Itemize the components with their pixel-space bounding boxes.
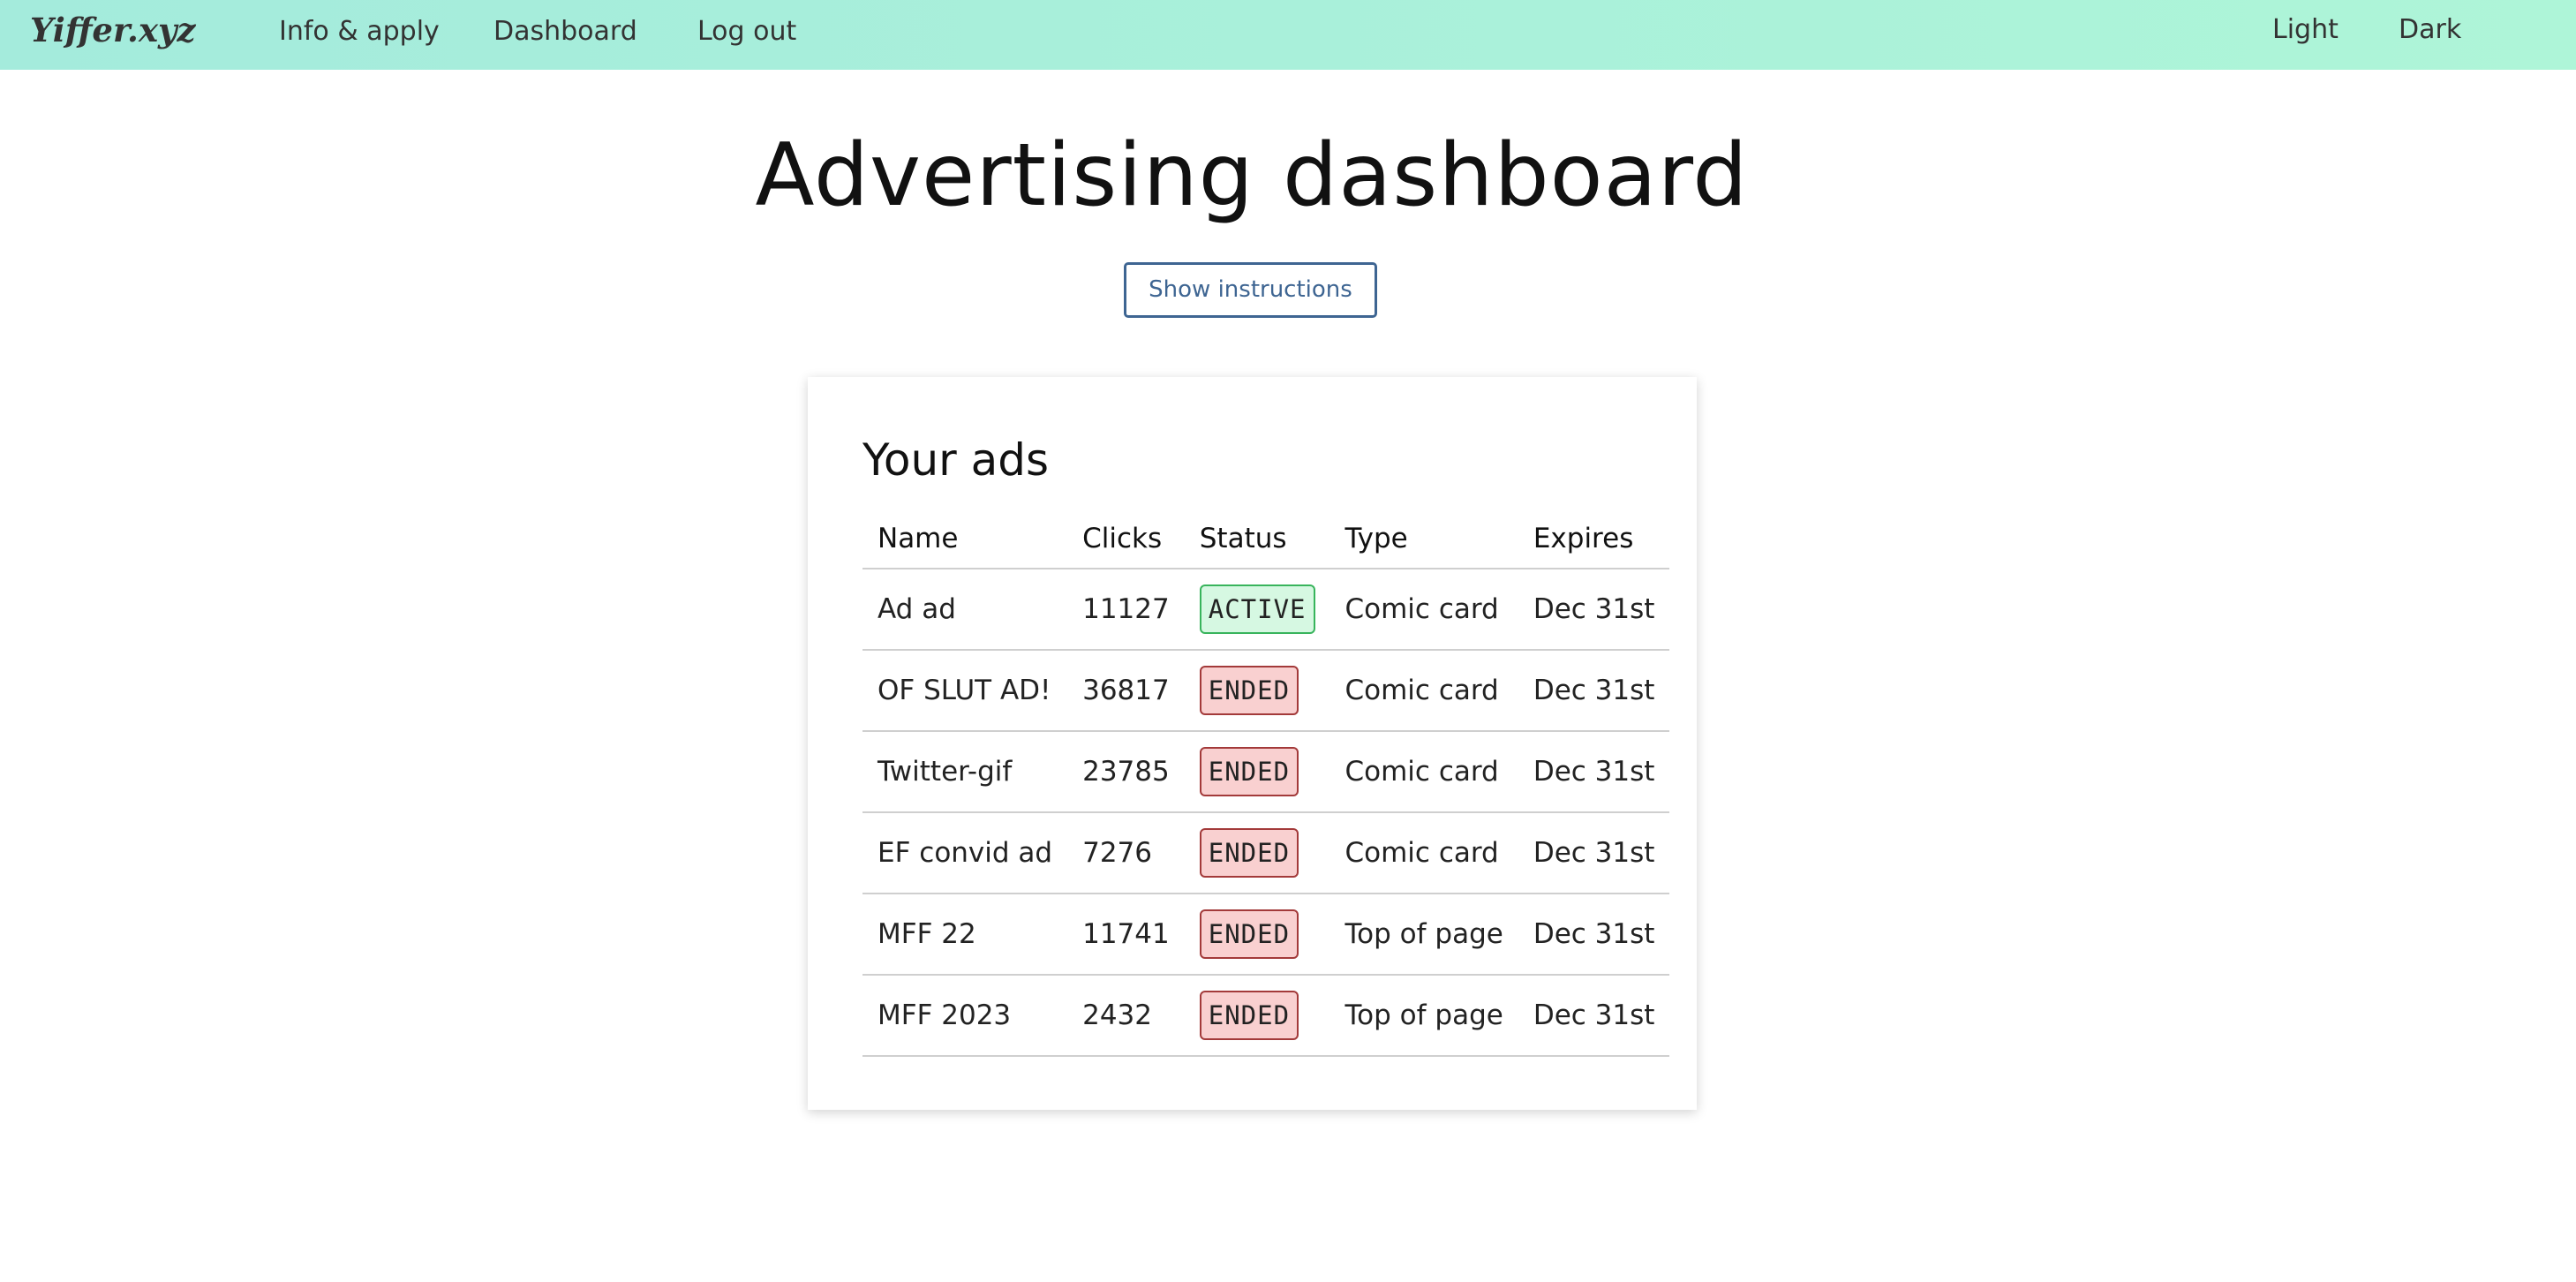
table-row[interactable]: MFF 22 11741 ENDED Top of page Dec 31st: [862, 894, 1670, 976]
table-row[interactable]: MFF 2023 2432 ENDED Top of page Dec 31st: [862, 975, 1670, 1057]
ad-expires-cell: Dec 31st: [1518, 650, 1670, 732]
ad-expires-cell: Dec 31st: [1518, 731, 1670, 813]
ad-name-cell: OF SLUT AD!: [862, 650, 1068, 732]
nav-link-info-apply[interactable]: Info & apply: [279, 16, 440, 47]
status-badge: ENDED: [1199, 991, 1299, 1040]
table-row[interactable]: Ad ad 11127 ACTIVE Comic card Dec 31st: [862, 569, 1670, 651]
table-header-row: Name Clicks Status Type Expires: [862, 509, 1670, 569]
ad-name-cell: Twitter-gif: [862, 731, 1068, 813]
ad-status-cell: ENDED: [1184, 812, 1330, 894]
ad-name-cell: Ad ad: [862, 569, 1068, 651]
ad-status-cell: ENDED: [1184, 731, 1330, 813]
ad-status-cell: ENDED: [1184, 650, 1330, 732]
nav-link-dashboard[interactable]: Dashboard: [493, 16, 637, 47]
ad-name-cell: MFF 2023: [862, 975, 1068, 1057]
column-header-status: Status: [1184, 509, 1330, 569]
top-navigation-bar: Yiffer.xyz Info & apply Dashboard Log ou…: [0, 0, 2576, 70]
ad-type-cell: Top of page: [1329, 894, 1518, 976]
ad-expires-cell: Dec 31st: [1518, 569, 1670, 651]
show-instructions-button[interactable]: Show instructions: [1124, 262, 1377, 318]
ad-expires-cell: Dec 31st: [1518, 812, 1670, 894]
theme-light-toggle[interactable]: Light: [2272, 14, 2339, 45]
status-badge: ENDED: [1199, 909, 1299, 959]
ad-status-cell: ENDED: [1184, 894, 1330, 976]
ad-clicks-cell: 11741: [1067, 894, 1185, 976]
your-ads-card: Your ads Name Clicks Status Type Expires…: [808, 377, 1697, 1110]
your-ads-heading: Your ads: [862, 434, 1050, 486]
ad-status-cell: ACTIVE: [1184, 569, 1330, 651]
column-header-expires: Expires: [1518, 509, 1670, 569]
status-badge: ACTIVE: [1199, 584, 1315, 634]
nav-link-log-out[interactable]: Log out: [697, 16, 796, 47]
ad-clicks-cell: 2432: [1067, 975, 1185, 1057]
ad-type-cell: Comic card: [1329, 650, 1518, 732]
ad-expires-cell: Dec 31st: [1518, 894, 1670, 976]
ad-name-cell: EF convid ad: [862, 812, 1068, 894]
status-badge: ENDED: [1199, 747, 1299, 796]
table-row[interactable]: Twitter-gif 23785 ENDED Comic card Dec 3…: [862, 731, 1670, 813]
ads-table: Name Clicks Status Type Expires Ad ad 11…: [862, 509, 1670, 1057]
ad-clicks-cell: 11127: [1067, 569, 1185, 651]
ad-type-cell: Comic card: [1329, 569, 1518, 651]
table-row[interactable]: EF convid ad 7276 ENDED Comic card Dec 3…: [862, 812, 1670, 894]
ad-expires-cell: Dec 31st: [1518, 975, 1670, 1057]
table-row[interactable]: OF SLUT AD! 36817 ENDED Comic card Dec 3…: [862, 650, 1670, 732]
page-title: Advertising dashboard: [755, 125, 1749, 226]
ad-clicks-cell: 7276: [1067, 812, 1185, 894]
ad-type-cell: Comic card: [1329, 731, 1518, 813]
ad-clicks-cell: 23785: [1067, 731, 1185, 813]
ad-type-cell: Comic card: [1329, 812, 1518, 894]
ad-clicks-cell: 36817: [1067, 650, 1185, 732]
status-badge: ENDED: [1199, 666, 1299, 715]
site-logo-link[interactable]: Yiffer.xyz: [30, 11, 196, 49]
column-header-clicks: Clicks: [1067, 509, 1185, 569]
status-badge: ENDED: [1199, 828, 1299, 878]
theme-dark-toggle[interactable]: Dark: [2399, 14, 2461, 45]
ad-name-cell: MFF 22: [862, 894, 1068, 976]
column-header-name: Name: [862, 509, 1068, 569]
ad-type-cell: Top of page: [1329, 975, 1518, 1057]
ad-status-cell: ENDED: [1184, 975, 1330, 1057]
column-header-type: Type: [1329, 509, 1518, 569]
